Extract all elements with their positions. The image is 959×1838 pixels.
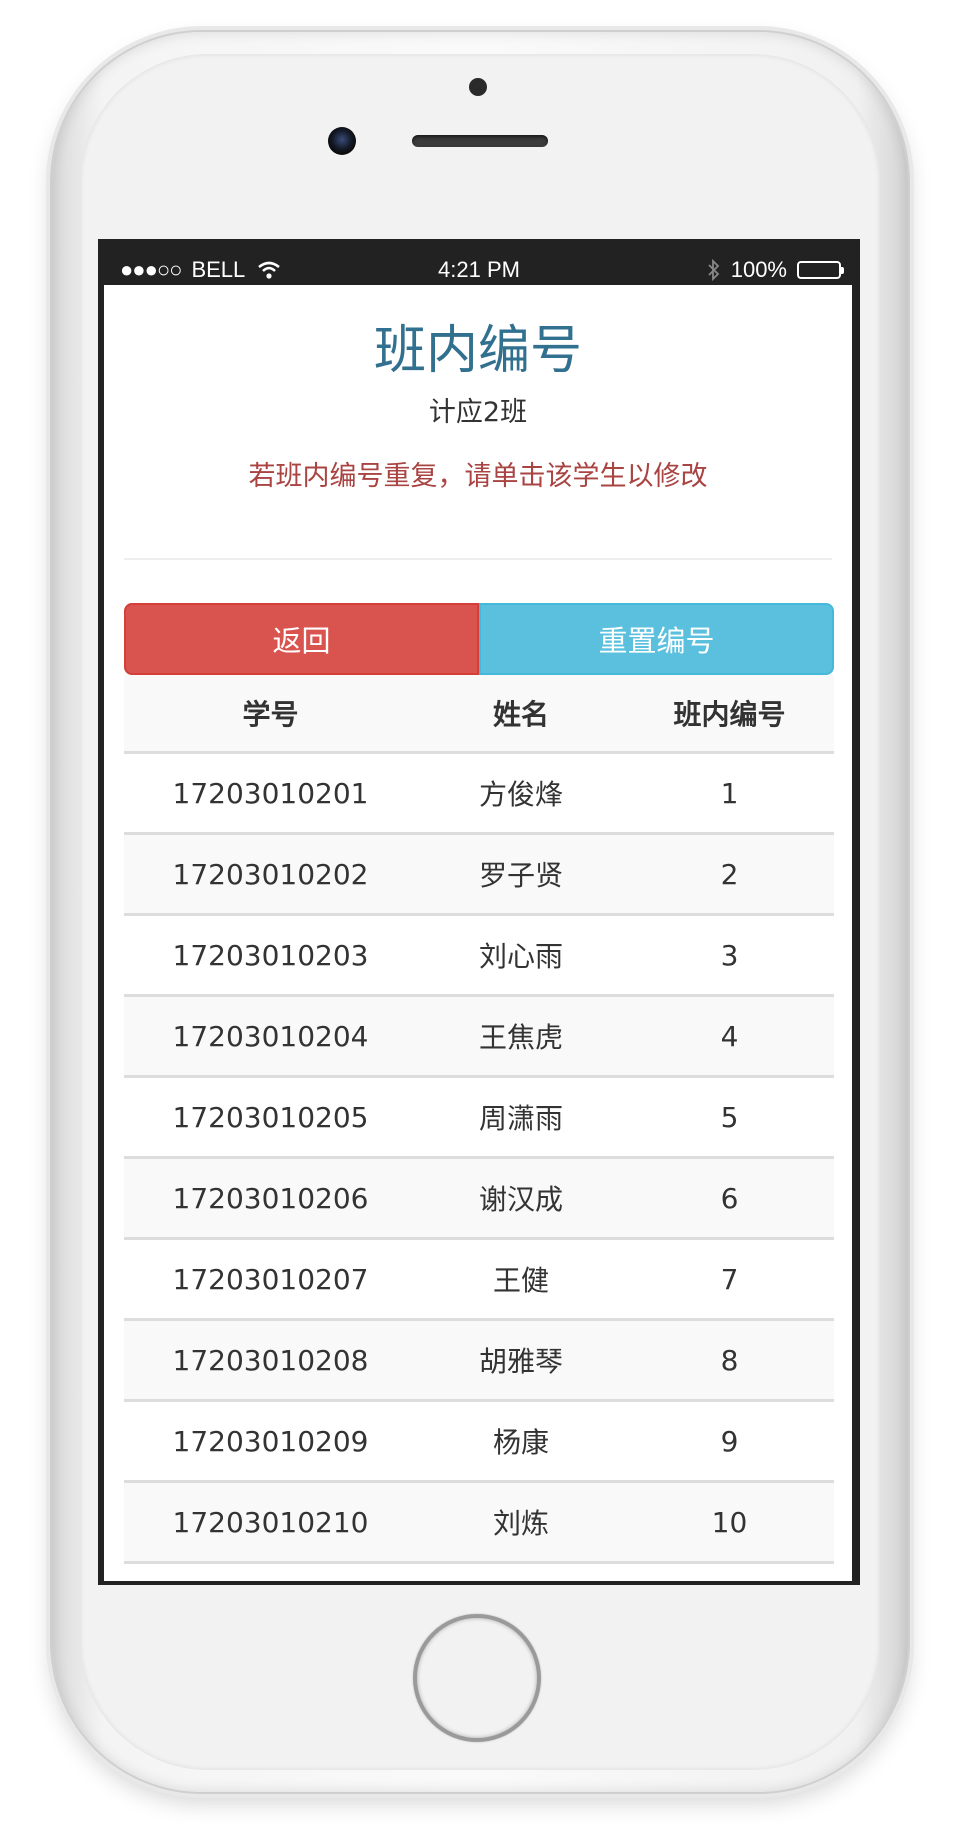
- status-right: 100%: [707, 257, 844, 283]
- bluetooth-icon: [707, 259, 721, 281]
- table-row[interactable]: 17203010206 谢汉成 6: [124, 1157, 834, 1240]
- student-name-cell: 王健: [417, 1238, 625, 1321]
- student-name-cell: 谢汉成: [417, 1157, 625, 1240]
- device-mockup: ●●●○○ BELL 4:21 PM 100% 班内编号 计应2班 若班内编号重…: [0, 0, 959, 1838]
- student-id-cell: 17203010204: [124, 995, 417, 1078]
- table-row[interactable]: 17203010207 王健 7: [124, 1238, 834, 1321]
- page-title: 班内编号: [373, 321, 582, 381]
- app-content: 班内编号 计应2班 若班内编号重复，请单击该学生以修改 返回 重置编号 学号 姓…: [104, 285, 852, 1581]
- class-number-cell: 6: [625, 1157, 834, 1240]
- table-row[interactable]: 17203010204 王焦虎 4: [124, 995, 834, 1078]
- column-header-class-number: 班内编号: [625, 675, 834, 754]
- class-number-cell: 9: [625, 1400, 834, 1483]
- earpiece-speaker: [412, 135, 548, 147]
- student-id-cell: 17203010205: [124, 1076, 417, 1159]
- reset-number-button[interactable]: 重置编号: [479, 603, 834, 675]
- student-id-cell: 17203010207: [124, 1238, 417, 1321]
- column-header-student-id: 学号: [124, 675, 417, 754]
- column-header-name: 姓名: [417, 675, 625, 754]
- student-name-cell: 王焦虎: [417, 995, 625, 1078]
- student-name-cell: 刘炼: [417, 1481, 625, 1564]
- class-number-cell: 7: [625, 1238, 834, 1321]
- class-number-cell: 1: [625, 752, 834, 835]
- button-group: 返回 重置编号: [124, 603, 834, 675]
- student-id-cell: 17203010203: [124, 914, 417, 997]
- front-camera-icon: [328, 127, 356, 155]
- battery-icon: [797, 261, 844, 279]
- class-number-cell: 4: [625, 995, 834, 1078]
- student-name-cell: 方俊烽: [417, 752, 625, 835]
- class-number-cell: 8: [625, 1319, 834, 1402]
- student-name-cell: 周潇雨: [417, 1076, 625, 1159]
- class-number-cell: 3: [625, 914, 834, 997]
- student-id-cell: 17203010202: [124, 833, 417, 916]
- back-button[interactable]: 返回: [124, 603, 479, 675]
- student-name-cell: 刘心雨: [417, 914, 625, 997]
- student-id-cell: 17203010210: [124, 1481, 417, 1564]
- table-row[interactable]: 17203010201 方俊烽 1: [124, 752, 834, 835]
- student-name-cell: 杨康: [417, 1400, 625, 1483]
- table-row[interactable]: 17203010208 胡雅琴 8: [124, 1319, 834, 1402]
- class-name: 计应2班: [428, 397, 528, 428]
- class-number-cell: 2: [625, 833, 834, 916]
- student-id-cell: 17203010208: [124, 1319, 417, 1402]
- student-table: 学号 姓名 班内编号 17203010201 方俊烽 1 17203010202…: [124, 675, 834, 1564]
- phone-screen: ●●●○○ BELL 4:21 PM 100% 班内编号 计应2班 若班内编号重…: [98, 239, 860, 1585]
- student-id-cell: 17203010209: [124, 1400, 417, 1483]
- student-id-cell: 17203010206: [124, 1157, 417, 1240]
- class-number-cell: 10: [625, 1481, 834, 1564]
- student-name-cell: 胡雅琴: [417, 1319, 625, 1402]
- table-row[interactable]: 17203010210 刘炼 10: [124, 1481, 834, 1564]
- table-row[interactable]: 17203010203 刘心雨 3: [124, 914, 834, 997]
- hint-text: 若班内编号重复，请单击该学生以修改: [248, 461, 708, 492]
- proximity-sensor: [469, 78, 487, 96]
- table-header-row: 学号 姓名 班内编号: [124, 675, 834, 754]
- table-row[interactable]: 17203010205 周潇雨 5: [124, 1076, 834, 1159]
- battery-percent: 100%: [730, 257, 787, 282]
- class-number-cell: 5: [625, 1076, 834, 1159]
- home-button[interactable]: [413, 1614, 541, 1742]
- table-row[interactable]: 17203010209 杨康 9: [124, 1400, 834, 1483]
- student-name-cell: 罗子贤: [417, 833, 625, 916]
- status-bar: ●●●○○ BELL 4:21 PM 100%: [98, 239, 860, 285]
- table-row[interactable]: 17203010202 罗子贤 2: [124, 833, 834, 916]
- student-id-cell: 17203010201: [124, 752, 417, 835]
- divider: [124, 558, 832, 560]
